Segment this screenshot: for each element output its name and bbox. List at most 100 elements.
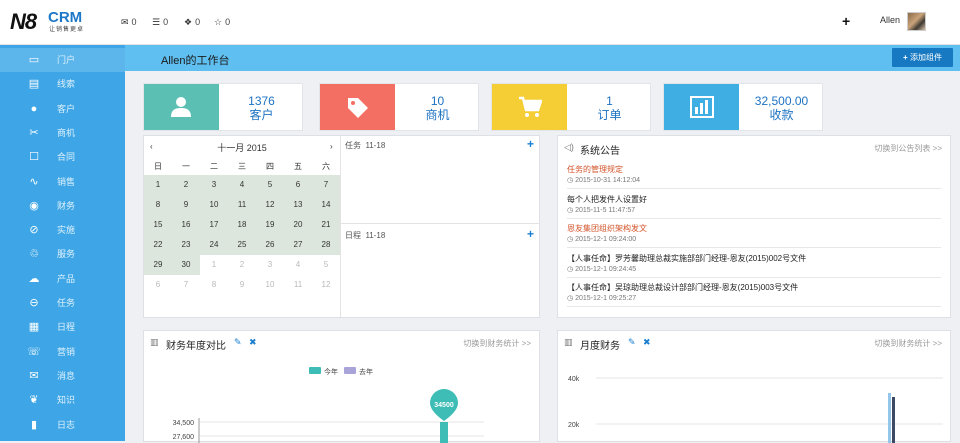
calendar-day[interactable]: 9 — [228, 275, 256, 295]
announcement-item[interactable]: 每个人把发件人设置好 ◷ 2015-11-5 11:47:57 — [567, 191, 941, 219]
calendar-day[interactable]: 11 — [228, 195, 256, 215]
calendar-day[interactable]: 6 — [284, 175, 312, 195]
sidebar-item-4[interactable]: ✂ 商机 — [0, 121, 125, 145]
announcement-item[interactable]: 恩友集团组织架构发文 ◷ 2015-12-1 09:24:00 — [567, 220, 941, 248]
calendar-day[interactable]: 23 — [172, 235, 200, 255]
calendar-day[interactable]: 18 — [228, 215, 256, 235]
calendar-day[interactable]: 20 — [284, 215, 312, 235]
tasks-indicator[interactable]: ☰ 0 — [152, 16, 168, 28]
calendar-day[interactable]: 6 — [144, 275, 172, 295]
announcement-item[interactable]: 任务的管理规定 ◷ 2015-10-31 14:12:04 — [567, 161, 941, 189]
announcement-item[interactable]: 【人事任命】罗芳馨助理总裁实施部部门经理-恩友(2015)002号文件 ◷ 201… — [567, 250, 941, 278]
stat-card-客户[interactable]: 1376 客户 — [143, 83, 303, 131]
calendar-day[interactable]: 2 — [172, 175, 200, 195]
logo[interactable]: N8 CRM 让销售更卓 — [10, 10, 94, 36]
calendar-day[interactable]: 11 — [284, 275, 312, 295]
calendar-day[interactable]: 3 — [200, 175, 228, 195]
user-name[interactable]: Allen — [880, 15, 900, 25]
sidebar-item-9[interactable]: ♲ 服务 — [0, 242, 125, 266]
finance-compare-chart: 今年去年34,50027,60020,70034500 — [173, 367, 484, 443]
close-icon[interactable]: ✖ — [249, 337, 257, 348]
finance-stats-link[interactable]: 切换到财务统计 >> — [463, 338, 531, 349]
stat-card-收款[interactable]: 32,500.00 收款 — [663, 83, 823, 131]
messages-indicator[interactable]: ✉ 0 — [121, 16, 137, 28]
calendar-day[interactable]: 8 — [144, 195, 172, 215]
calendar-day[interactable]: 8 — [200, 275, 228, 295]
calendar-day[interactable]: 17 — [200, 215, 228, 235]
sidebar-item-10[interactable]: ☁ 产品 — [0, 267, 125, 291]
calendar-day[interactable]: 21 — [312, 215, 340, 235]
announcement-title-text[interactable]: 【人事任命】吴琼助理总裁设计部部门经理-恩友(2015)003号文件 — [567, 282, 798, 293]
calendar-day[interactable]: 16 — [172, 215, 200, 235]
sidebar-item-3[interactable]: ● 客户 — [0, 97, 125, 121]
calendar-day[interactable]: 26 — [256, 235, 284, 255]
calendar-day[interactable]: 13 — [284, 195, 312, 215]
monthly-stats-link[interactable]: 切换到财务统计 >> — [874, 338, 942, 349]
calendar-day[interactable]: 7 — [312, 175, 340, 195]
sidebar-item-12[interactable]: ▦ 日程 — [0, 315, 125, 339]
calendar-day[interactable]: 1 — [144, 175, 172, 195]
calendar-day[interactable]: 22 — [144, 235, 172, 255]
legend-swatch — [309, 367, 321, 374]
avatar[interactable] — [907, 12, 926, 31]
calendar-day[interactable]: 19 — [256, 215, 284, 235]
calendar-day[interactable]: 14 — [312, 195, 340, 215]
add-schedule-button[interactable]: + — [527, 227, 534, 241]
calendar-day[interactable]: 12 — [256, 195, 284, 215]
sidebar-item-13[interactable]: ☏ 营销 — [0, 340, 125, 364]
calendar-day[interactable]: 2 — [228, 255, 256, 275]
knowledge-icon: ❦ — [29, 394, 39, 407]
calendar-day[interactable]: 15 — [144, 215, 172, 235]
edit-icon[interactable]: ✎ — [234, 337, 242, 348]
calendar-day[interactable]: 4 — [228, 175, 256, 195]
sidebar-item-7[interactable]: ◉ 财务 — [0, 194, 125, 218]
calendar-panel: ‹ 十一月 2015 › 日一二三四五六 1 2 3 4 5 6 7 8 9 10 11 12 13 14 1… — [143, 135, 540, 318]
calendar-day[interactable]: 12 — [312, 275, 340, 295]
announcement-title-text[interactable]: 【人事任命】罗芳馨助理总裁实施部部门经理-恩友(2015)002号文件 — [567, 253, 806, 264]
edit-icon[interactable]: ✎ — [628, 337, 636, 348]
sidebar-item-8[interactable]: ⊘ 实施 — [0, 218, 125, 242]
sidebar-item-1[interactable]: ▭ 门户 — [0, 48, 125, 72]
add-widget-button[interactable]: + 添加组件 — [892, 48, 953, 67]
calendar-day[interactable]: 3 — [256, 255, 284, 275]
sidebar-item-16[interactable]: ▮ 日志 — [0, 413, 125, 437]
stat-card-商机[interactable]: 10 商机 — [319, 83, 479, 131]
calendar-day[interactable]: 24 — [200, 235, 228, 255]
calendar-day[interactable]: 30 — [172, 255, 200, 275]
calendar-day[interactable]: 5 — [312, 255, 340, 275]
sidebar-item-5[interactable]: ☐ 合同 — [0, 145, 125, 169]
announcement-header: ◁) 系统公告 切换到公告列表 >> — [558, 136, 950, 158]
sidebar-item-11[interactable]: ⊖ 任务 — [0, 291, 125, 315]
announcement-title-text[interactable]: 任务的管理规定 — [567, 164, 623, 175]
calendar-day[interactable]: 10 — [200, 195, 228, 215]
favorites-indicator[interactable]: ☆ 0 — [214, 16, 230, 28]
close-icon[interactable]: ✖ — [643, 337, 651, 348]
calendar-day[interactable]: 10 — [256, 275, 284, 295]
add-task-button[interactable]: + — [527, 137, 534, 151]
announcement-title-text[interactable]: 恩友集团组织架构发文 — [567, 223, 647, 234]
add-widget-label: 添加组件 — [909, 53, 942, 62]
notices-indicator[interactable]: ❖ 0 — [184, 16, 200, 28]
sidebar-item-14[interactable]: ✉ 消息 — [0, 364, 125, 388]
calendar-day[interactable]: 25 — [228, 235, 256, 255]
announcement-date: ◷ 2015-12-1 09:24:45 — [567, 265, 636, 273]
calendar-day[interactable]: 5 — [256, 175, 284, 195]
sidebar-item-label: 营销 — [57, 346, 76, 357]
calendar-day[interactable]: 9 — [172, 195, 200, 215]
calendar-day[interactable]: 28 — [312, 235, 340, 255]
announcement-title-text[interactable]: 每个人把发件人设置好 — [567, 194, 647, 205]
announcement-item[interactable]: 【人事任命】吴琼助理总裁设计部部门经理-恩友(2015)003号文件 ◷ 2015… — [567, 279, 941, 307]
calendar-day[interactable]: 4 — [284, 255, 312, 275]
sidebar-item-6[interactable]: ∿ 销售 — [0, 170, 125, 194]
stat-card-订单[interactable]: 1 订单 — [491, 83, 651, 131]
calendar-day[interactable]: 27 — [284, 235, 312, 255]
sidebar-item-2[interactable]: ▤ 线索 — [0, 72, 125, 96]
sidebar-item-15[interactable]: ❦ 知识 — [0, 388, 125, 412]
announcement-list-link[interactable]: 切换到公告列表 >> — [874, 143, 942, 154]
calendar-day[interactable]: 29 — [144, 255, 172, 275]
calendar-day[interactable]: 7 — [172, 275, 200, 295]
calendar-day[interactable]: 1 — [200, 255, 228, 275]
add-button[interactable]: + — [842, 13, 850, 29]
calendar-next-button[interactable]: › — [330, 142, 333, 151]
announcement-date: ◷ 2015-12-1 09:24:00 — [567, 235, 636, 243]
